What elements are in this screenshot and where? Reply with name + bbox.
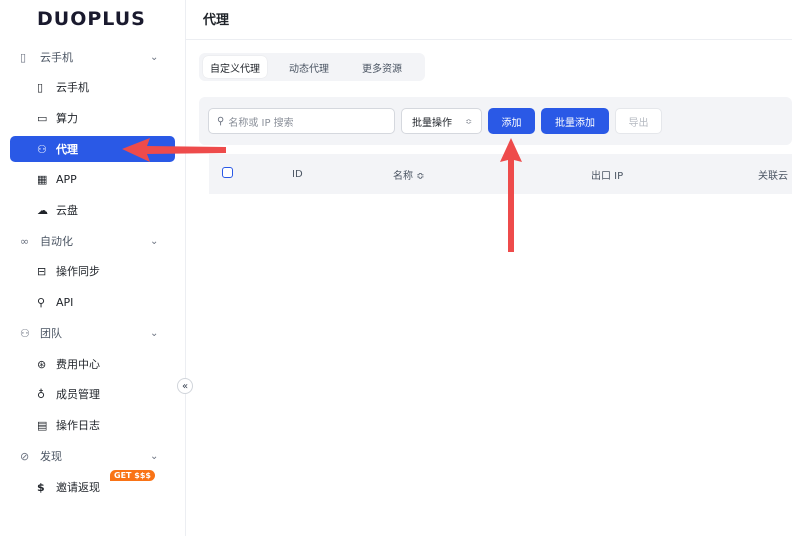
search-icon: ⚲ (217, 115, 225, 127)
column-header-linked-cloud: 关联云 (758, 170, 788, 182)
member-icon: ♁ (37, 387, 46, 401)
sidebar-item-logs[interactable]: ▤ 操作日志 (10, 412, 175, 438)
sidebar-item-label: 成员管理 (56, 388, 100, 401)
chevron-down-icon: ⌄ (150, 450, 159, 462)
nav-group-label: 发现 (40, 450, 62, 463)
phone-icon: ▯ (37, 80, 44, 94)
sidebar-item-label: 操作同步 (56, 265, 100, 278)
select-all-checkbox[interactable] (222, 167, 233, 178)
chevron-down-icon: ⌄ (150, 235, 159, 247)
cloud-icon: ☁ (37, 203, 48, 217)
sidebar-item-label: 费用中心 (56, 358, 100, 371)
batch-operation-select[interactable]: 批量操作 ≎ (401, 108, 482, 134)
monitor-icon: ▭ (37, 111, 48, 125)
column-header-exit-ip: 出口 IP (591, 170, 624, 182)
column-header-name[interactable]: 名称 ≎ (393, 154, 425, 194)
sidebar-item-api[interactable]: ⚲ API (10, 289, 175, 315)
batch-operation-label: 批量操作 (412, 117, 452, 129)
sidebar-item-label: 云手机 (56, 81, 89, 94)
sidebar-item-label: 邀请返现 (56, 481, 100, 494)
nav-group-label: 云手机 (40, 51, 73, 64)
promo-badge: GET $$$ (110, 470, 155, 481)
batch-add-button[interactable]: 批量添加 (541, 108, 609, 134)
dollar-circle-icon: ⊛ (37, 357, 47, 371)
sidebar-item-sync[interactable]: ⊟ 操作同步 (10, 258, 175, 284)
sidebar-item-compute[interactable]: ▭ 算力 (10, 105, 175, 131)
nav-group-automation[interactable]: ∞ 自动化 ⌄ (0, 226, 186, 256)
nav-group-discover[interactable]: ⊘ 发现 ⌄ (0, 441, 186, 471)
column-header-id: ID (292, 168, 303, 180)
compass-icon: ⊘ (20, 449, 30, 463)
sidebar-item-referral[interactable]: $ 邀请返现 GET $$$ (10, 470, 175, 500)
sidebar-item-label: 算力 (56, 112, 78, 125)
sidebar-item-label: 代理 (56, 143, 78, 156)
tab-dynamic-proxy[interactable]: 动态代理 (282, 56, 336, 78)
sidebar-item-proxy[interactable]: ⚇ 代理 (10, 136, 175, 162)
log-icon: ▤ (37, 418, 48, 432)
sidebar: DUOPLUS ▯ 云手机 ⌄ ▯ 云手机 ▭ 算力 ⚇ 代理 ▦ APP ☁ … (0, 0, 186, 536)
proxy-icon: ⚇ (37, 142, 47, 156)
search-input[interactable]: ⚲ 名称或 IP 搜索 (208, 108, 395, 134)
nav-group-team[interactable]: ⚇ 团队 ⌄ (0, 318, 186, 348)
grid-icon: ▦ (37, 172, 48, 186)
sync-icon: ⊟ (37, 264, 47, 278)
sidebar-item-label: 云盘 (56, 204, 78, 217)
sidebar-item-label: API (56, 295, 74, 309)
nav-group-label: 自动化 (40, 235, 73, 248)
tab-custom-proxy[interactable]: 自定义代理 (203, 56, 267, 78)
sidebar-item-label: 操作日志 (56, 419, 100, 432)
sidebar-item-label: APP (56, 172, 77, 186)
sidebar-item-app[interactable]: ▦ APP (10, 166, 175, 192)
sidebar-item-billing[interactable]: ⊛ 费用中心 (10, 351, 175, 377)
export-button[interactable]: 导出 (615, 108, 662, 134)
dollar-icon: $ (37, 480, 45, 494)
page-title: 代理 (203, 13, 230, 28)
api-icon: ⚲ (37, 295, 46, 309)
sort-updown-icon: ≎ (465, 116, 472, 126)
brand-logo: DUOPLUS (37, 8, 146, 30)
tab-bar: 自定义代理 动态代理 更多资源 (199, 53, 425, 81)
nav-group-cloud-phone[interactable]: ▯ 云手机 ⌄ (0, 42, 186, 72)
collapse-sidebar-button[interactable]: « (177, 378, 193, 394)
header-divider (186, 39, 792, 40)
nav-group-label: 团队 (40, 327, 62, 340)
chevron-down-icon: ⌄ (150, 51, 159, 63)
chevron-down-icon: ⌄ (150, 327, 159, 339)
table-header: ID 名称 ≎ 出口 IP 关联云 (209, 154, 792, 194)
sidebar-item-members[interactable]: ♁ 成员管理 (10, 381, 175, 407)
infinity-icon: ∞ (20, 234, 30, 248)
sidebar-item-cloud-drive[interactable]: ☁ 云盘 (10, 197, 175, 223)
search-placeholder: 名称或 IP 搜索 (228, 117, 294, 129)
phone-outline-icon: ▯ (20, 50, 27, 64)
team-icon: ⚇ (20, 326, 30, 340)
add-button[interactable]: 添加 (488, 108, 535, 134)
tab-more-resources[interactable]: 更多资源 (355, 56, 409, 78)
sidebar-item-cloud-phone[interactable]: ▯ 云手机 (10, 74, 175, 100)
